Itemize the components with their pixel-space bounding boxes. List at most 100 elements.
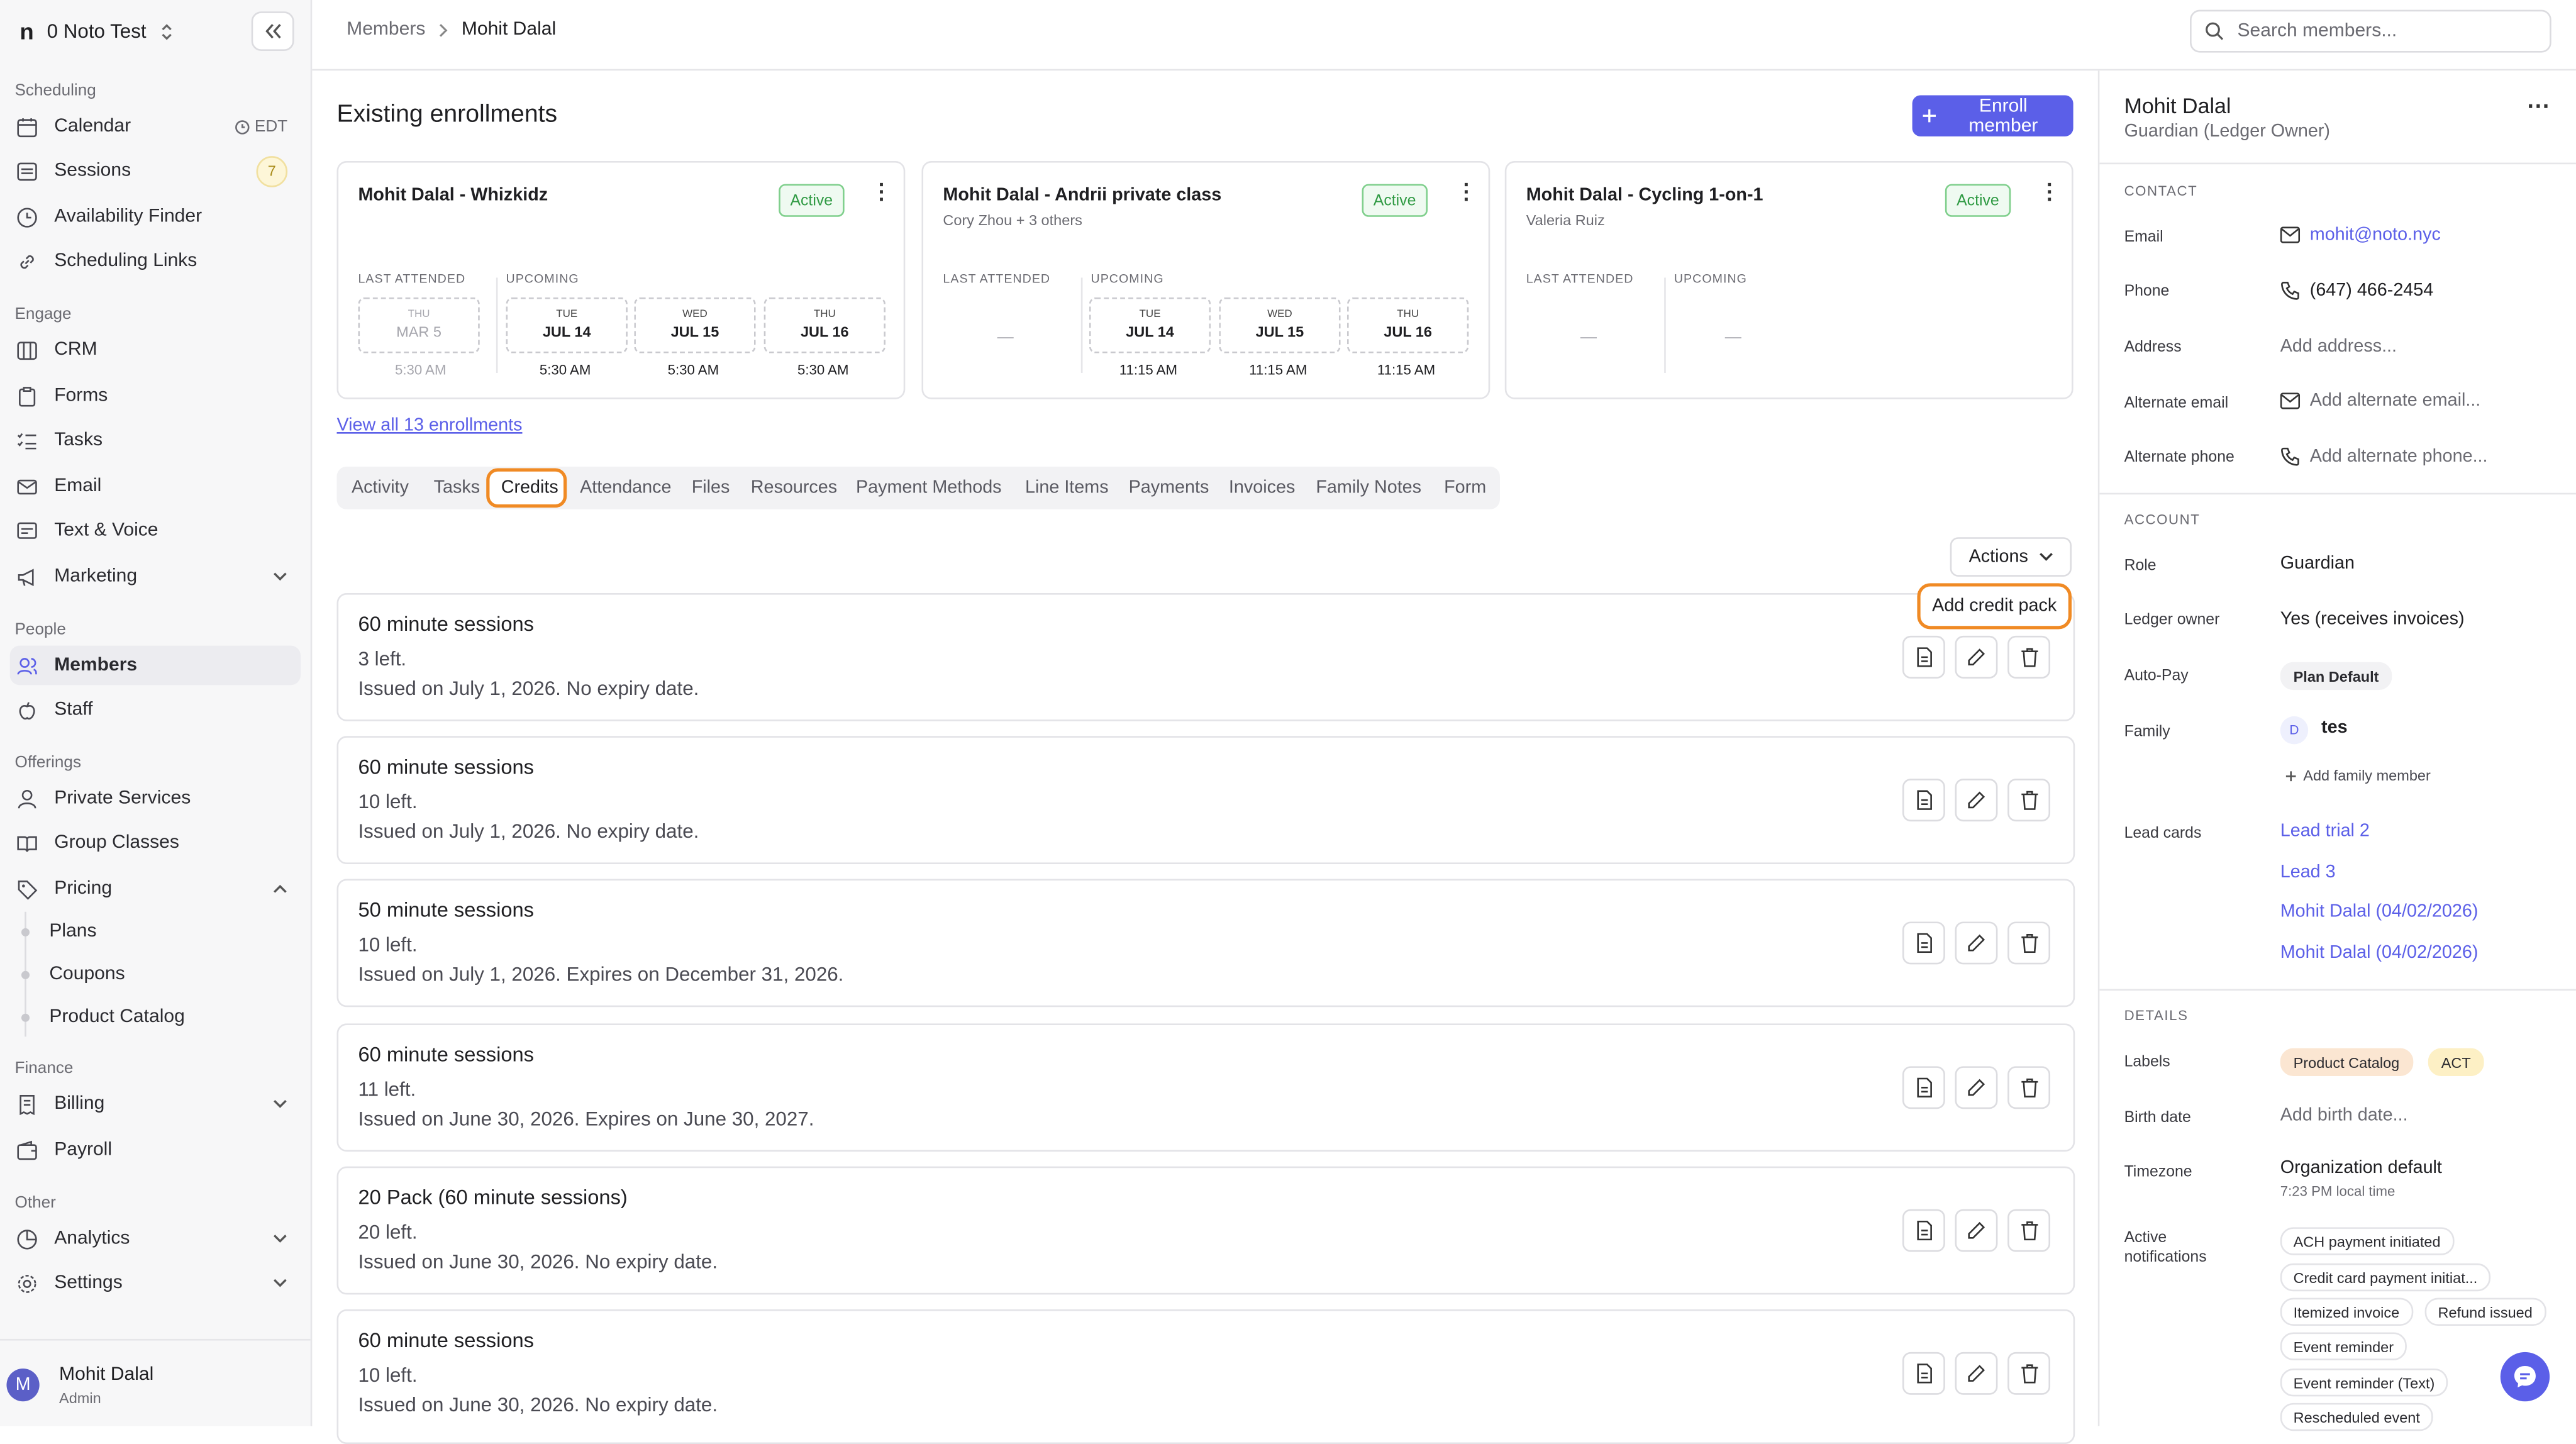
delete-credit-pack-button[interactable] [2007, 1066, 2051, 1109]
view-credit-pack-button[interactable] [1902, 921, 1945, 965]
search-box[interactable] [2190, 9, 2551, 53]
profile-more-icon[interactable]: ⋯ [2527, 92, 2550, 119]
nav-product-catalog[interactable]: Product Catalog [49, 1007, 184, 1026]
nav-staff[interactable]: Staff [10, 690, 301, 730]
delete-credit-pack-button[interactable] [2007, 1352, 2051, 1395]
more-options-icon[interactable]: ⋮ [2039, 181, 2060, 202]
view-credit-pack-button[interactable] [1902, 1352, 1945, 1395]
notification-chip[interactable]: Credit card payment initiat... [2280, 1263, 2491, 1292]
notification-chip[interactable]: ACH payment initiated [2280, 1227, 2454, 1255]
alt-phone-input[interactable]: Add alternate phone... [2280, 447, 2488, 467]
nav-email[interactable]: Email [10, 467, 301, 506]
family-name[interactable]: tes [2321, 718, 2348, 738]
notification-chip[interactable]: Refund issued [2424, 1297, 2546, 1326]
lead-card-link[interactable]: Lead trial 2 [2280, 821, 2370, 841]
nav-tasks[interactable]: Tasks [10, 421, 301, 460]
upcoming-day[interactable]: TUE JUL 14 [506, 297, 628, 353]
add-credit-pack-menu-item[interactable]: Add credit pack [1917, 583, 2072, 630]
tab-activity[interactable]: Activity [352, 478, 409, 497]
breadcrumb-members[interactable]: Members [347, 19, 425, 39]
lead-card-link[interactable]: Mohit Dalal (04/02/2026) [2280, 943, 2479, 962]
nav-sessions[interactable]: Sessions 7 [10, 151, 301, 191]
enrollment-card[interactable]: Mohit Dalal - Cycling 1-on-1 Valeria Rui… [1504, 160, 2074, 399]
edit-credit-pack-button[interactable] [1955, 635, 1998, 679]
notification-chip[interactable]: Event reminder (Text) [2280, 1368, 2448, 1397]
tab-form[interactable]: Form [1444, 478, 1486, 497]
label-tag[interactable]: ACT [2428, 1048, 2484, 1076]
view-credit-pack-button[interactable] [1902, 635, 1945, 679]
email-value[interactable]: mohit@noto.nyc [2280, 225, 2441, 245]
view-credit-pack-button[interactable] [1902, 779, 1945, 822]
nav-text-voice[interactable]: Text & Voice [10, 511, 301, 550]
nav-forms[interactable]: Forms [10, 376, 301, 416]
search-input[interactable] [2234, 19, 2550, 43]
delete-credit-pack-button[interactable] [2007, 635, 2051, 679]
megaphone-icon [15, 565, 38, 589]
notification-chip[interactable]: Itemized invoice [2280, 1297, 2413, 1326]
nav-members[interactable]: Members [9, 645, 301, 686]
lead-card-link[interactable]: Lead 3 [2280, 862, 2336, 882]
more-options-icon[interactable]: ⋮ [870, 181, 892, 202]
org-switcher[interactable]: n 0 Noto Test [19, 16, 174, 46]
edit-credit-pack-button[interactable] [1955, 1066, 1998, 1109]
notification-chip[interactable]: Rescheduled event [2280, 1402, 2433, 1431]
view-all-enrollments-link[interactable]: View all 13 enrollments [337, 416, 523, 435]
delete-credit-pack-button[interactable] [2007, 921, 2051, 965]
nav-billing[interactable]: Billing [10, 1084, 301, 1124]
nav-private-services[interactable]: Private Services [10, 779, 301, 818]
tab-payment-methods[interactable]: Payment Methods [856, 478, 1002, 497]
nav-scheduling-links[interactable]: Scheduling Links [10, 242, 301, 281]
tab-tasks[interactable]: Tasks [434, 478, 480, 497]
ledger-owner-value[interactable]: Yes (receives invoices) [2280, 609, 2465, 629]
nav-availability-finder[interactable]: Availability Finder [10, 197, 301, 236]
add-family-member-button[interactable]: Add family member [2285, 767, 2431, 784]
upcoming-day[interactable]: WED JUL 15 [634, 297, 756, 353]
edit-credit-pack-button[interactable] [1955, 779, 1998, 822]
timezone-value[interactable]: Organization default [2280, 1158, 2442, 1178]
tab-invoices[interactable]: Invoices [1229, 478, 1295, 497]
notification-chip[interactable]: Event reminder [2280, 1332, 2407, 1360]
phone-value[interactable]: (647) 466-2454 [2280, 281, 2433, 301]
upcoming-day[interactable]: TUE JUL 14 [1089, 297, 1211, 353]
nav-crm[interactable]: CRM [10, 330, 301, 370]
nav-analytics[interactable]: Analytics [10, 1219, 301, 1258]
nav-plans[interactable]: Plans [49, 921, 96, 941]
edit-credit-pack-button[interactable] [1955, 921, 1998, 965]
nav-payroll[interactable]: Payroll [10, 1130, 301, 1170]
address-input[interactable]: Add address... [2280, 337, 2397, 357]
tab-resources[interactable]: Resources [751, 478, 837, 497]
delete-credit-pack-button[interactable] [2007, 779, 2051, 822]
tab-payments[interactable]: Payments [1129, 478, 1209, 497]
edit-credit-pack-button[interactable] [1955, 1209, 1998, 1252]
delete-credit-pack-button[interactable] [2007, 1209, 2051, 1252]
view-credit-pack-button[interactable] [1902, 1066, 1945, 1109]
upcoming-day[interactable]: THU JUL 16 [763, 297, 886, 353]
nav-pricing[interactable]: Pricing [10, 869, 301, 909]
chat-support-button[interactable] [2500, 1352, 2550, 1402]
auto-pay-badge[interactable]: Plan Default [2280, 662, 2392, 691]
tab-family-notes[interactable]: Family Notes [1316, 478, 1421, 497]
tab-credits[interactable]: Credits [501, 478, 558, 497]
tab-attendance[interactable]: Attendance [580, 478, 671, 497]
lead-card-link[interactable]: Mohit Dalal (04/02/2026) [2280, 902, 2479, 921]
collapse-sidebar-button[interactable] [251, 11, 294, 51]
current-user[interactable] [0, 1338, 311, 1428]
more-options-icon[interactable]: ⋮ [1455, 181, 1477, 202]
nav-marketing[interactable]: Marketing [10, 557, 301, 597]
nav-settings[interactable]: Settings [10, 1264, 301, 1303]
nav-group-classes[interactable]: Group Classes [10, 823, 301, 863]
tab-files[interactable]: Files [692, 478, 730, 497]
alt-email-input[interactable]: Add alternate email... [2280, 391, 2480, 411]
upcoming-day[interactable]: THU JUL 16 [1347, 297, 1469, 353]
nav-coupons[interactable]: Coupons [49, 964, 125, 984]
upcoming-day[interactable]: WED JUL 15 [1219, 297, 1341, 353]
enroll-member-button[interactable]: Enroll member [1912, 95, 2074, 136]
role-value[interactable]: Guardian [2280, 553, 2355, 573]
label-tag[interactable]: Product Catalog [2280, 1048, 2413, 1076]
birth-date-input[interactable]: Add birth date... [2280, 1106, 2408, 1125]
view-credit-pack-button[interactable] [1902, 1209, 1945, 1252]
actions-dropdown-button[interactable]: Actions [1950, 537, 2072, 577]
edit-credit-pack-button[interactable] [1955, 1352, 1998, 1395]
nav-calendar[interactable]: Calendar EDT [10, 107, 301, 147]
tab-line-items[interactable]: Line Items [1025, 478, 1109, 497]
